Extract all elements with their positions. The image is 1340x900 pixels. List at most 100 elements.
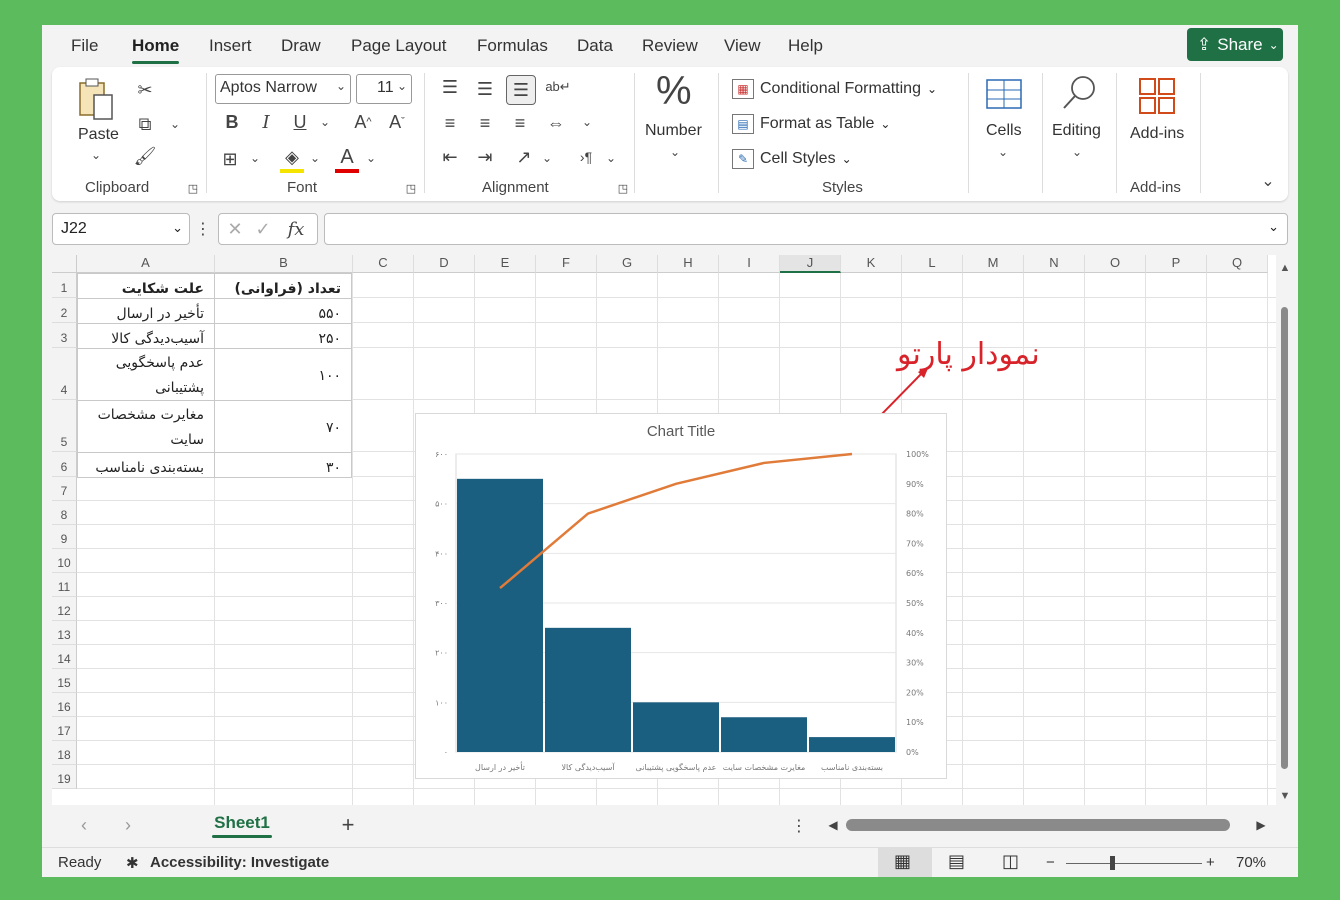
tab-view[interactable]: View: [724, 36, 761, 56]
row-header-15[interactable]: 15: [52, 669, 77, 693]
align-right-icon[interactable]: ≡: [508, 111, 532, 135]
addins-button-label[interactable]: Add-ins: [1130, 125, 1184, 143]
editing-dropdown-icon[interactable]: ⌄: [1070, 143, 1084, 161]
format-painter-icon[interactable]: 🖌: [134, 145, 157, 167]
align-bottom-icon[interactable]: ☰: [506, 75, 536, 105]
increase-font-icon[interactable]: A ^: [350, 111, 376, 133]
insert-function-icon[interactable]: fx: [283, 217, 309, 241]
column-header-c[interactable]: C: [353, 255, 414, 273]
column-header-e[interactable]: E: [475, 255, 536, 273]
column-header-i[interactable]: I: [719, 255, 780, 273]
page-break-view-icon[interactable]: ◫: [1002, 851, 1019, 872]
tab-data[interactable]: Data: [577, 36, 613, 56]
vertical-scroll-thumb[interactable]: [1281, 307, 1288, 769]
collapse-ribbon-icon[interactable]: ⌄: [1258, 171, 1278, 191]
horizontal-scroll-thumb[interactable]: [846, 819, 1230, 831]
scroll-up-icon[interactable]: ▲: [1278, 261, 1292, 275]
column-header-g[interactable]: G: [597, 255, 658, 273]
row-header-17[interactable]: 17: [52, 717, 77, 741]
enter-icon[interactable]: ✓: [253, 218, 273, 240]
row-header-3[interactable]: 3: [52, 323, 77, 348]
cell-a3[interactable]: آسیب‌دیدگی کالا: [77, 323, 215, 349]
decrease-indent-icon[interactable]: ⇤: [438, 145, 462, 169]
text-direction-icon[interactable]: ›¶: [574, 145, 598, 169]
cell-b6[interactable]: ۳۰: [214, 452, 352, 478]
column-header-b[interactable]: B: [215, 255, 353, 273]
prev-sheet-icon[interactable]: ‹: [74, 813, 94, 837]
column-header-l[interactable]: L: [902, 255, 963, 273]
editing-label[interactable]: Editing: [1052, 122, 1101, 140]
formula-input[interactable]: ⌄: [324, 213, 1288, 245]
dialog-launcher-icon[interactable]: ◳: [404, 181, 418, 195]
cell-a1[interactable]: علت شکایت: [77, 273, 215, 299]
cell-b4[interactable]: ۱۰۰: [214, 348, 352, 401]
more-options-icon[interactable]: ⋮: [791, 815, 807, 837]
font-color-icon[interactable]: A: [335, 145, 359, 173]
italic-icon[interactable]: I: [256, 111, 276, 133]
orientation-dropdown-icon[interactable]: ⌄: [540, 149, 554, 167]
cell-b1[interactable]: تعداد (فراوانی): [214, 273, 352, 299]
column-header-m[interactable]: M: [963, 255, 1024, 273]
conditional-formatting-button[interactable]: ▦ Conditional Formatting ⌄: [732, 77, 937, 101]
orientation-icon[interactable]: ↗: [512, 145, 536, 169]
column-header-p[interactable]: P: [1146, 255, 1207, 273]
tab-review[interactable]: Review: [642, 36, 698, 56]
cells-dropdown-icon[interactable]: ⌄: [996, 143, 1010, 161]
wrap-text-icon[interactable]: ab↵: [545, 75, 570, 99]
paste-dropdown-icon[interactable]: ⌄: [88, 147, 104, 163]
tab-home[interactable]: Home: [132, 36, 180, 64]
cell-b5[interactable]: ۷۰: [214, 400, 352, 453]
paste-label[interactable]: Paste: [78, 126, 119, 144]
font-color-dropdown-icon[interactable]: ⌄: [364, 149, 378, 167]
sheet-tab-sheet1[interactable]: Sheet1: [202, 810, 282, 840]
row-header-5[interactable]: 5: [52, 400, 77, 452]
fill-color-dropdown-icon[interactable]: ⌄: [308, 149, 322, 167]
underline-dropdown-icon[interactable]: ⌄: [318, 113, 332, 131]
row-header-14[interactable]: 14: [52, 645, 77, 669]
next-sheet-icon[interactable]: ›: [118, 813, 138, 837]
column-header-o[interactable]: O: [1085, 255, 1146, 273]
column-header-f[interactable]: F: [536, 255, 597, 273]
row-header-11[interactable]: 11: [52, 573, 77, 597]
zoom-slider[interactable]: [1066, 863, 1202, 864]
align-top-icon[interactable]: ☰: [438, 75, 462, 99]
fill-color-icon[interactable]: ◈: [280, 145, 304, 173]
merge-dropdown-icon[interactable]: ⌄: [580, 113, 594, 131]
font-size-select[interactable]: 11 ⌄: [356, 74, 412, 104]
tab-help[interactable]: Help: [788, 36, 823, 56]
cells-label[interactable]: Cells: [986, 122, 1022, 140]
format-as-table-button[interactable]: ▤ Format as Table ⌄: [732, 112, 890, 136]
row-header-13[interactable]: 13: [52, 621, 77, 645]
zoom-slider-thumb[interactable]: [1110, 856, 1115, 870]
row-header-1[interactable]: 1: [52, 273, 77, 298]
cells-icon[interactable]: [984, 75, 1024, 111]
cell-a4[interactable]: عدم پاسخگویی پشتیبانی: [77, 348, 215, 401]
underline-icon[interactable]: U: [290, 111, 310, 133]
scroll-left-icon[interactable]: ◀: [826, 817, 840, 833]
bold-icon[interactable]: B: [222, 111, 242, 133]
decrease-font-icon[interactable]: Aˇ: [384, 111, 410, 133]
text-direction-dropdown-icon[interactable]: ⌄: [604, 149, 618, 167]
cell-styles-button[interactable]: ✎ Cell Styles ⌄: [732, 147, 852, 171]
addins-icon[interactable]: [1136, 75, 1178, 117]
row-header-18[interactable]: 18: [52, 741, 77, 765]
scroll-down-icon[interactable]: ▼: [1278, 789, 1292, 803]
row-header-8[interactable]: 8: [52, 501, 77, 525]
number-dropdown-icon[interactable]: ⌄: [668, 143, 682, 161]
number-label[interactable]: Number: [645, 122, 702, 140]
align-center-icon[interactable]: ≡: [473, 111, 497, 135]
column-header-a[interactable]: A: [77, 255, 215, 273]
zoom-in-icon[interactable]: +: [1206, 854, 1215, 871]
more-options-icon[interactable]: ⋮: [195, 217, 211, 241]
accessibility-icon[interactable]: ✱: [126, 854, 139, 872]
column-header-n[interactable]: N: [1024, 255, 1085, 273]
row-header-7[interactable]: 7: [52, 477, 77, 501]
increase-indent-icon[interactable]: ⇥: [473, 145, 497, 169]
tab-formulas[interactable]: Formulas: [477, 36, 548, 56]
cell-b3[interactable]: ۲۵۰: [214, 323, 352, 349]
tab-page-layout[interactable]: Page Layout: [351, 36, 446, 56]
select-all-corner[interactable]: [52, 255, 77, 273]
name-box[interactable]: J22 ⌄: [52, 213, 190, 245]
column-header-h[interactable]: H: [658, 255, 719, 273]
dialog-launcher-icon[interactable]: ◳: [616, 181, 630, 195]
